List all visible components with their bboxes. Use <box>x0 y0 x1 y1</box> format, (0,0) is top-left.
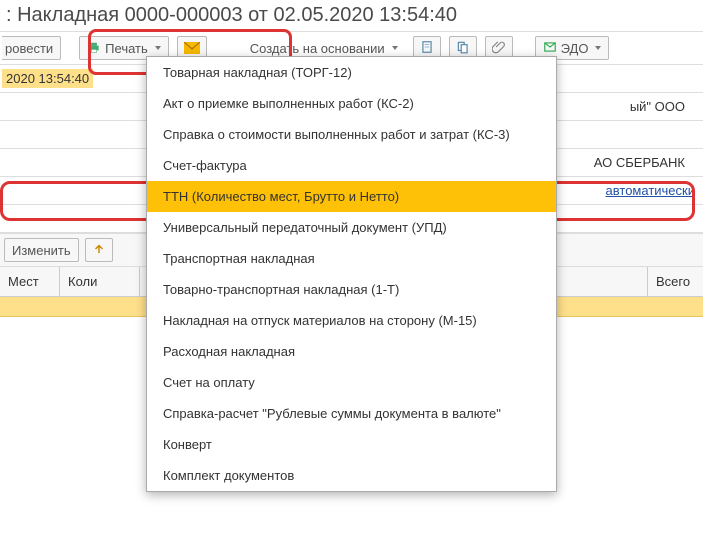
print-menu-item[interactable]: Конверт <box>147 429 556 460</box>
org-text: ый" ООО <box>630 99 695 114</box>
change-label: Изменить <box>12 243 71 258</box>
edo-icon <box>543 40 557 57</box>
print-menu-item[interactable]: ТТН (Количество мест, Брутто и Нетто) <box>147 181 556 212</box>
auto-link[interactable]: автоматически <box>606 183 695 198</box>
col-places[interactable]: Мест <box>0 267 60 296</box>
create-based-label: Создать на основании <box>250 41 385 56</box>
print-menu-item[interactable]: Комплект документов <box>147 460 556 491</box>
date-chip: 2020 13:54:40 <box>2 69 93 88</box>
print-menu-item[interactable]: Справка о стоимости выполненных работ и … <box>147 119 556 150</box>
print-menu-item[interactable]: Накладная на отпуск материалов на сторон… <box>147 305 556 336</box>
print-menu-item[interactable]: Счет-фактура <box>147 150 556 181</box>
chevron-down-icon <box>595 46 601 50</box>
print-menu-item[interactable]: Справка-расчет "Рублевые суммы документа… <box>147 398 556 429</box>
print-icon <box>87 41 101 55</box>
print-menu-item[interactable]: Расходная накладная <box>147 336 556 367</box>
print-menu-item[interactable]: Акт о приемке выполненных работ (КС-2) <box>147 88 556 119</box>
bank-text: АО СБЕРБАНК <box>594 155 695 170</box>
mail-icon <box>184 42 200 54</box>
print-menu-item[interactable]: Счет на оплату <box>147 367 556 398</box>
edo-label: ЭДО <box>561 41 589 56</box>
carryout-label: ровести <box>5 41 53 56</box>
print-menu-item[interactable]: Товарно-транспортная накладная (1-Т) <box>147 274 556 305</box>
carryout-button[interactable]: ровести <box>2 36 61 60</box>
document-icon <box>420 40 434 57</box>
arrow-up-icon <box>92 242 106 259</box>
chevron-down-icon <box>392 46 398 50</box>
change-button[interactable]: Изменить <box>4 238 79 262</box>
paperclip-icon <box>492 40 506 57</box>
page-title: : Накладная 0000-000003 от 02.05.2020 13… <box>0 0 703 31</box>
chevron-down-icon <box>155 46 161 50</box>
print-menu-item[interactable]: Универсальный передаточный документ (УПД… <box>147 212 556 243</box>
print-dropdown: Товарная накладная (ТОРГ-12)Акт о приемк… <box>146 56 557 492</box>
print-menu-item[interactable]: Товарная накладная (ТОРГ-12) <box>147 57 556 88</box>
add-button[interactable] <box>85 238 113 262</box>
copy-icon <box>456 40 470 57</box>
col-total[interactable]: Всего <box>648 267 703 296</box>
print-menu-item[interactable]: Транспортная накладная <box>147 243 556 274</box>
col-qty[interactable]: Коли <box>60 267 140 296</box>
print-label: Печать <box>105 41 148 56</box>
